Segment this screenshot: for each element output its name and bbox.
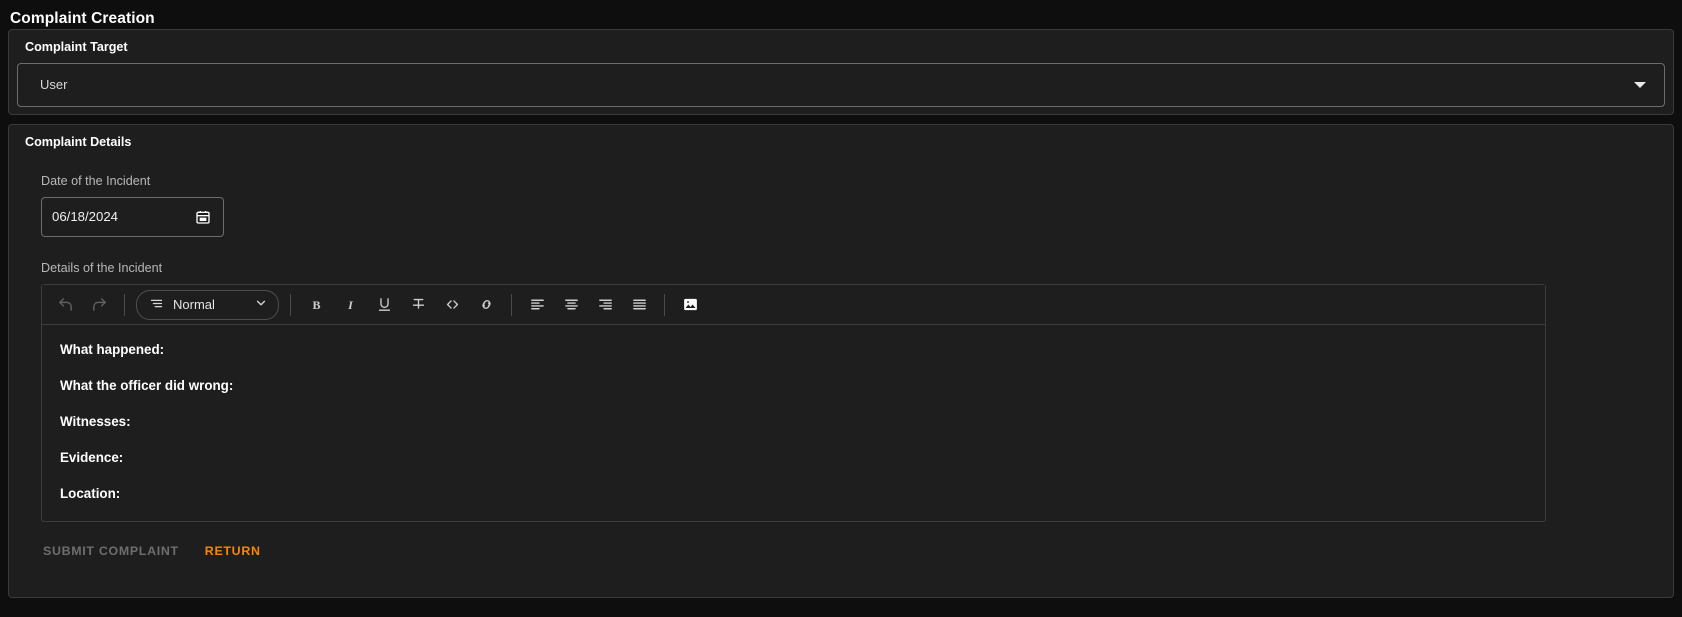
calendar-icon[interactable] bbox=[195, 209, 211, 225]
editor-paragraph: What happened: bbox=[60, 342, 165, 357]
complaint-target-label: Complaint Target bbox=[25, 40, 128, 54]
underline-icon[interactable] bbox=[370, 291, 398, 319]
details-of-incident-field: Details of the Incident Normal B I What … bbox=[17, 260, 1665, 522]
complaint-target-select-value: User bbox=[40, 77, 68, 92]
page-title: Complaint Creation bbox=[10, 10, 155, 27]
code-icon[interactable] bbox=[438, 291, 466, 319]
toolbar-divider bbox=[511, 293, 512, 316]
return-button[interactable]: RETURN bbox=[199, 540, 267, 562]
submit-complaint-button[interactable]: SUBMIT COMPLAINT bbox=[37, 540, 185, 562]
toolbar-divider bbox=[290, 293, 291, 316]
editor-content-area[interactable]: What happened: What the officer did wron… bbox=[42, 325, 1545, 521]
block-format-select[interactable]: Normal bbox=[136, 289, 279, 320]
date-of-incident-label: Date of the Incident bbox=[41, 174, 151, 188]
align-center-icon[interactable] bbox=[557, 291, 585, 319]
italic-icon[interactable]: I bbox=[336, 291, 364, 319]
svg-text:B: B bbox=[312, 298, 320, 312]
details-of-incident-label: Details of the Incident bbox=[41, 261, 163, 275]
align-left-icon[interactable] bbox=[523, 291, 551, 319]
editor-paragraph: Location: bbox=[60, 486, 121, 501]
rich-text-editor: Normal B I What happened: What the offic… bbox=[41, 284, 1546, 522]
complaint-target-panel: Complaint Target User bbox=[8, 29, 1674, 115]
editor-toolbar: Normal B I bbox=[42, 285, 1545, 325]
editor-paragraph: What the officer did wrong: bbox=[60, 378, 234, 393]
paragraph-format-icon bbox=[149, 296, 164, 314]
link-icon[interactable] bbox=[472, 291, 500, 319]
editor-paragraph: Evidence: bbox=[60, 450, 124, 465]
undo-icon[interactable] bbox=[51, 291, 79, 319]
form-actions: SUBMIT COMPLAINT RETURN bbox=[37, 536, 1665, 566]
date-input-value: 06/18/2024 bbox=[52, 209, 119, 224]
image-icon[interactable] bbox=[676, 291, 704, 319]
date-of-incident-field: Date of the Incident 06/18/2024 bbox=[17, 173, 1665, 237]
dropdown-triangle-icon bbox=[1634, 82, 1646, 88]
redo-icon[interactable] bbox=[85, 291, 113, 319]
strikethrough-icon[interactable] bbox=[404, 291, 432, 319]
bold-icon[interactable]: B bbox=[302, 291, 330, 319]
complaint-target-select[interactable]: User bbox=[17, 63, 1665, 107]
date-input[interactable]: 06/18/2024 bbox=[41, 197, 224, 237]
toolbar-divider bbox=[124, 293, 125, 316]
chevron-down-icon bbox=[254, 296, 268, 313]
block-format-value: Normal bbox=[173, 296, 215, 312]
toolbar-divider bbox=[664, 293, 665, 316]
align-right-icon[interactable] bbox=[591, 291, 619, 319]
editor-paragraph: Witnesses: bbox=[60, 414, 131, 429]
complaint-creation-page: Complaint Creation Complaint Target User… bbox=[0, 0, 1682, 617]
align-justify-icon[interactable] bbox=[625, 291, 653, 319]
complaint-details-label: Complaint Details bbox=[25, 135, 132, 149]
svg-text:I: I bbox=[347, 298, 354, 312]
complaint-details-panel: Complaint Details Date of the Incident 0… bbox=[8, 124, 1674, 598]
